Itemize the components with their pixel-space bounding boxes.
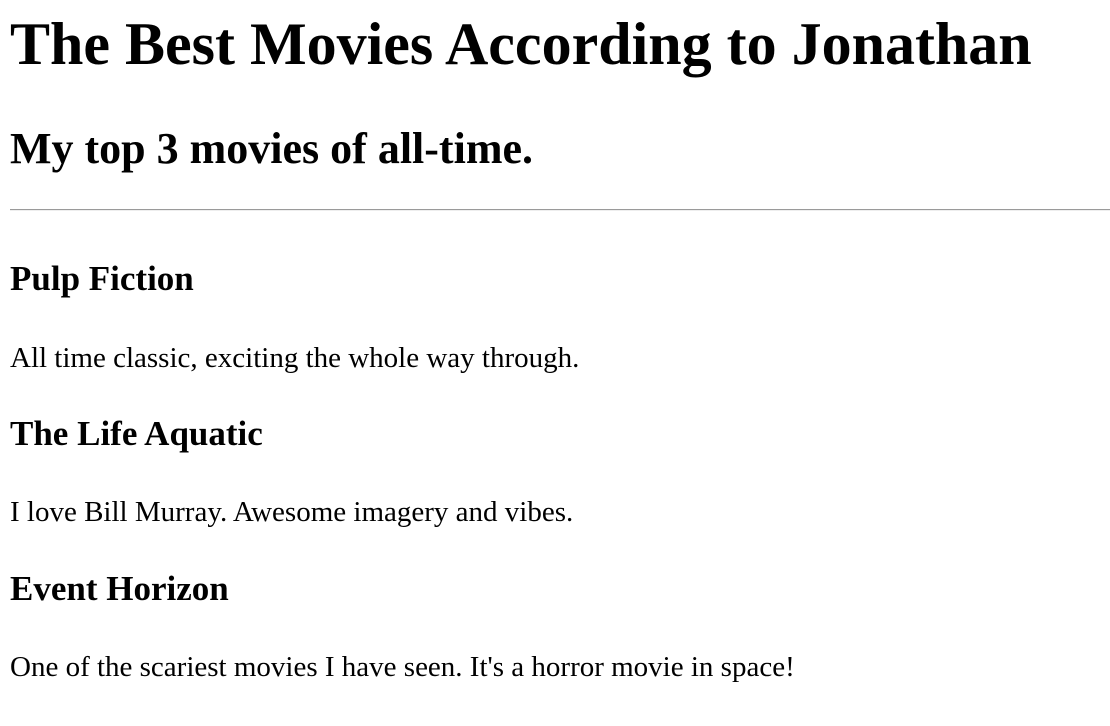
horizontal-divider: [10, 209, 1110, 211]
movie-title: Pulp Fiction: [10, 259, 194, 298]
movie-description: All time classic, exciting the whole way…: [10, 342, 580, 374]
page: The Best Movies According to Jonathan My…: [0, 0, 1110, 726]
page-subtitle: My top 3 movies of all-time.: [10, 124, 533, 173]
page-title: The Best Movies According to Jonathan: [10, 11, 1032, 77]
movie-title: The Life Aquatic: [10, 414, 263, 453]
movie-description: I love Bill Murray. Awesome imagery and …: [10, 496, 574, 528]
movie-description: One of the scariest movies I have seen. …: [10, 651, 795, 683]
movie-title: Event Horizon: [10, 569, 229, 608]
